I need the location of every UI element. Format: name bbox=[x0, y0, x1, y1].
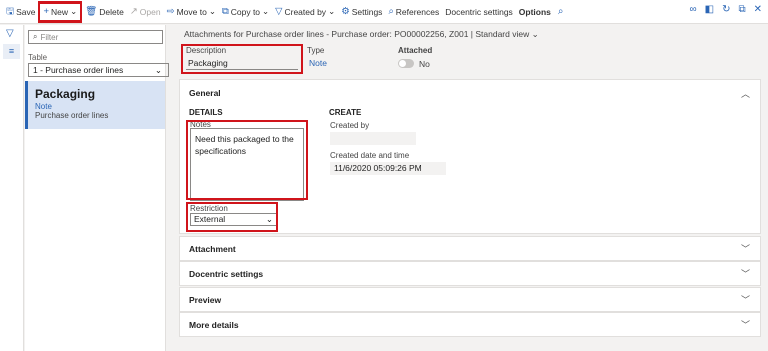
chevron-up-icon: ︿ bbox=[740, 88, 750, 99]
window-controls: ∞ ◧ ↻ ⧉ ✕ bbox=[689, 4, 762, 15]
more-details-header: More details ﹀ bbox=[189, 319, 750, 331]
move-to-button[interactable]: ⇨ Move to ⌄ bbox=[164, 2, 219, 22]
type-label: Type bbox=[307, 46, 325, 55]
office-icon[interactable]: ◧ bbox=[705, 4, 714, 15]
open-icon: ↗ bbox=[129, 5, 138, 17]
preview-section[interactable]: Preview ﹀ bbox=[179, 287, 761, 312]
created-by-field[interactable] bbox=[330, 132, 416, 145]
docentric-settings-button[interactable]: Docentric settings bbox=[442, 2, 516, 22]
created-by-filter-button[interactable]: ▽ Created by ⌄ bbox=[272, 2, 338, 22]
chevron-down-icon: ﹀ bbox=[740, 244, 750, 254]
list-icon[interactable]: ≡ bbox=[3, 44, 20, 59]
search-icon: ⌕ bbox=[33, 32, 38, 41]
list-item-source: Purchase order lines bbox=[35, 111, 109, 120]
filter-icon[interactable]: ▽ bbox=[6, 28, 14, 39]
chevron-down-icon: ﹀ bbox=[740, 269, 750, 279]
filter-input[interactable]: ⌕ Filter bbox=[28, 30, 163, 44]
refresh-icon[interactable]: ↻ bbox=[722, 4, 730, 15]
list-item[interactable]: Packaging Note Purchase order lines bbox=[25, 81, 165, 129]
copy-icon: ⧉ bbox=[221, 5, 229, 17]
more-details-section[interactable]: More details ﹀ bbox=[179, 312, 761, 337]
created-date-label: Created date and time bbox=[330, 151, 410, 160]
references-button[interactable]: ⌕ References bbox=[385, 2, 442, 22]
save-icon: 🖫 bbox=[6, 5, 15, 17]
highlight-box bbox=[186, 120, 308, 200]
highlight-box bbox=[38, 1, 82, 23]
trash-icon: 🗑 bbox=[85, 5, 98, 17]
popout-icon[interactable]: ⧉ bbox=[738, 4, 745, 15]
attachment-section[interactable]: Attachment ﹀ bbox=[179, 236, 761, 261]
attached-toggle[interactable] bbox=[398, 59, 414, 68]
action-pane: 🖫 Save + New ⌄ 🗑 Delete ↗ Open ⇨ Move to ⌄ ⧉ Cop… bbox=[0, 0, 768, 24]
details-title: DETAILS bbox=[189, 108, 223, 117]
copy-to-button[interactable]: ⧉ Copy to ⌄ bbox=[219, 2, 272, 22]
general-header[interactable]: General ︿ bbox=[180, 80, 760, 106]
create-title: CREATE bbox=[329, 108, 362, 117]
open-button[interactable]: ↗ Open bbox=[127, 2, 164, 22]
docentric-section[interactable]: Docentric settings ﹀ bbox=[179, 261, 761, 286]
chevron-down-icon: ﹀ bbox=[740, 320, 750, 330]
breadcrumb[interactable]: Attachments for Purchase order lines - P… bbox=[184, 29, 539, 40]
options-tab[interactable]: Options bbox=[516, 2, 554, 22]
chevron-down-icon: ⌄ bbox=[328, 6, 336, 16]
table-select[interactable]: 1 - Purchase order lines ⌄ bbox=[28, 63, 169, 77]
type-field[interactable]: Note bbox=[307, 57, 393, 70]
attached-label: Attached bbox=[398, 46, 433, 55]
move-icon: ⇨ bbox=[166, 5, 175, 17]
search-icon[interactable]: ⌕ bbox=[558, 6, 564, 17]
delete-button[interactable]: 🗑 Delete bbox=[82, 2, 127, 22]
list-item-type: Note bbox=[35, 102, 52, 111]
attached-value: No bbox=[419, 59, 430, 69]
preview-header: Preview ﹀ bbox=[189, 294, 750, 306]
table-label: Table bbox=[28, 53, 48, 62]
chevron-down-icon: ⌄ bbox=[531, 29, 539, 39]
list-item-title: Packaging bbox=[35, 87, 96, 101]
highlight-box bbox=[181, 44, 303, 74]
list-pane: ⌕ Filter Table 1 - Purchase order lines … bbox=[25, 25, 169, 351]
created-by-label: Created by bbox=[330, 121, 370, 130]
settings-button[interactable]: ⚙ Settings bbox=[338, 2, 385, 22]
highlight-box bbox=[186, 202, 278, 232]
chevron-down-icon: ﹀ bbox=[740, 295, 750, 305]
chevron-down-icon: ⌄ bbox=[208, 6, 216, 16]
funnel-icon: ▽ bbox=[275, 5, 283, 17]
attachment-header: Attachment ﹀ bbox=[189, 243, 750, 255]
search-icon: ⌕ bbox=[388, 5, 394, 17]
docentric-header: Docentric settings ﹀ bbox=[189, 268, 750, 280]
chevron-down-icon: ⌄ bbox=[154, 64, 162, 75]
save-button[interactable]: 🖫 Save bbox=[3, 2, 38, 22]
chevron-down-icon: ⌄ bbox=[262, 6, 270, 16]
gear-icon: ⚙ bbox=[341, 5, 350, 17]
close-icon[interactable]: ✕ bbox=[754, 4, 762, 15]
link-icon[interactable]: ∞ bbox=[689, 4, 696, 15]
created-date-field[interactable]: 11/6/2020 05:09:26 PM bbox=[330, 162, 446, 175]
navigation-rail: ▽ ≡ bbox=[0, 25, 24, 351]
